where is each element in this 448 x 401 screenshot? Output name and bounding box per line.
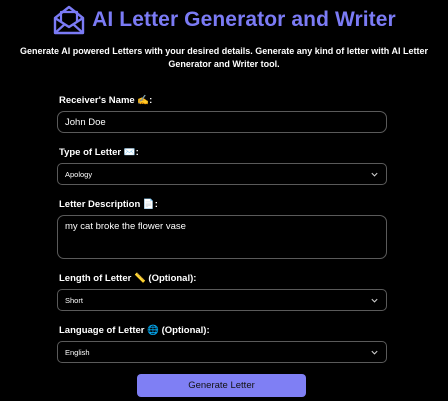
letter-description-textarea[interactable]: my cat broke the flower vase <box>57 215 387 259</box>
page-header: AI Letter Generator and Writer <box>0 2 448 38</box>
letter-description-value: my cat broke the flower vase <box>65 221 186 232</box>
receiver-name-input[interactable]: John Doe <box>57 111 387 133</box>
page-title: AI Letter Generator and Writer <box>92 8 396 31</box>
letter-length-value: Short <box>65 295 83 305</box>
letter-generator-page: AI Letter Generator and Writer Generate … <box>0 0 448 401</box>
letter-language-select[interactable]: English <box>57 341 387 363</box>
letter-length-select[interactable]: Short <box>57 289 387 311</box>
generate-letter-button[interactable]: Generate Letter <box>137 374 306 397</box>
receiver-name-label: Receiver's Name ✍️: <box>59 95 153 106</box>
chevron-down-icon <box>371 172 378 177</box>
page-subtitle: Generate AI powered Letters with your de… <box>20 46 428 69</box>
chevron-down-icon <box>371 298 378 303</box>
letter-type-select[interactable]: Apology <box>57 163 387 185</box>
receiver-name-value: John Doe <box>65 116 106 128</box>
letter-language-label: Language of Letter 🌐 (Optional): <box>59 325 210 336</box>
letter-description-label: Letter Description 📄: <box>59 199 158 210</box>
letter-type-label: Type of Letter ✉️: <box>59 147 139 158</box>
chevron-down-icon <box>371 350 378 355</box>
letter-language-value: English <box>65 347 90 357</box>
letter-length-label: Length of Letter 📏 (Optional): <box>59 273 197 284</box>
letter-type-value: Apology <box>65 169 93 179</box>
envelope-icon <box>53 5 85 35</box>
